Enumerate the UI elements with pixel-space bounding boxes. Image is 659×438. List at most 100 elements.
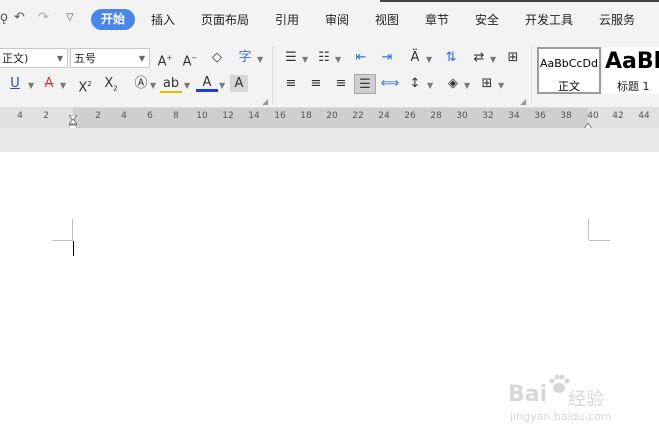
tab-start[interactable]: 开始 xyxy=(91,9,135,30)
chevron-down-icon[interactable]: ▼ xyxy=(464,81,470,90)
first-line-indent-marker[interactable] xyxy=(68,108,78,122)
left-indent-marker[interactable] xyxy=(67,116,79,131)
chevron-down-icon[interactable]: ▼ xyxy=(302,55,308,64)
watermark-brand: Bai xyxy=(508,382,548,407)
chevron-down-icon[interactable]: ▼ xyxy=(150,81,156,90)
chevron-down-icon[interactable]: ▼ xyxy=(184,81,190,90)
increase-indent-icon[interactable]: ⇥ xyxy=(376,48,398,68)
tab-section[interactable]: 章节 xyxy=(425,11,449,28)
tab-cloud-services[interactable]: 云服务 xyxy=(599,11,635,28)
tab-references[interactable]: 引用 xyxy=(275,11,299,28)
bullet-list-icon[interactable]: ☰ xyxy=(280,48,302,68)
phonetic-guide-icon[interactable]: 字 xyxy=(234,48,256,68)
ruler-tick: 38 xyxy=(560,111,572,121)
ruler-tick: 32 xyxy=(482,111,494,121)
tab-review[interactable]: 审阅 xyxy=(325,11,349,28)
style-heading-1-preview: AaBb xyxy=(605,49,659,74)
ruler-tick: 10 xyxy=(196,111,208,121)
ruler-tick: 6 xyxy=(147,111,153,121)
title-strip xyxy=(380,0,659,2)
chevron-down-icon[interactable]: ▼ xyxy=(257,55,263,64)
underline-icon[interactable]: U xyxy=(4,74,26,94)
ruler-tick: 2 xyxy=(43,111,49,121)
chevron-down-icon[interactable]: ▼ xyxy=(490,55,496,64)
ruler-tick: 14 xyxy=(248,111,260,121)
search-icon[interactable]: ǫ xyxy=(0,10,8,25)
undo-icon[interactable]: ↶ xyxy=(14,10,25,25)
crop-mark xyxy=(589,240,610,241)
highlight-icon[interactable]: ab xyxy=(160,74,182,93)
ruler-tick: 4 xyxy=(121,111,127,121)
ruler-tick: 36 xyxy=(534,111,546,121)
tab-developer-tools[interactable]: 开发工具 xyxy=(525,11,573,28)
align-right-icon[interactable]: ≡ xyxy=(330,74,352,94)
ruler-tick: 30 xyxy=(456,111,468,121)
distributed-align-icon[interactable]: ⟺ xyxy=(379,74,401,94)
font-size-select[interactable]: 五号 ▼ xyxy=(70,48,150,68)
font-dialog-launcher-icon[interactable]: ◢ xyxy=(262,97,268,106)
ruler-tick: 40 xyxy=(587,111,599,121)
font-color-icon[interactable]: A xyxy=(196,73,218,92)
style-heading-1-label: 标题 1 xyxy=(617,80,650,93)
superscript-icon[interactable]: X2 xyxy=(74,74,96,95)
paragraph-dialog-launcher-icon[interactable]: ◢ xyxy=(520,97,526,106)
show-marks-icon[interactable]: ⊞ xyxy=(502,48,524,68)
ruler-tick: 18 xyxy=(300,111,312,121)
chevron-down-icon[interactable]: ▼ xyxy=(498,81,504,90)
redo-icon[interactable]: ↷ xyxy=(38,10,49,25)
ruler-tick: 20 xyxy=(326,111,338,121)
decrease-indent-icon[interactable]: ⇤ xyxy=(350,48,372,68)
ruler-tick: 34 xyxy=(508,111,520,121)
watermark-url: jingyan.baidu.com xyxy=(510,410,612,423)
shrink-font-icon[interactable]: A− xyxy=(179,48,201,69)
chevron-down-icon[interactable]: ▼ xyxy=(60,81,66,90)
chevron-down-icon[interactable]: ▼ xyxy=(219,81,225,90)
chevron-down-icon[interactable]: ▼ xyxy=(335,55,341,64)
style-heading-1[interactable]: AaBb 标题 1 xyxy=(603,47,659,94)
subscript-icon[interactable]: X2 xyxy=(100,74,122,94)
chevron-down-icon[interactable]: ▼ xyxy=(427,81,433,90)
text-direction-icon[interactable]: Ä xyxy=(404,48,426,68)
chevron-down-icon[interactable]: ▼ xyxy=(426,55,432,64)
ruler-tick: 12 xyxy=(222,111,234,121)
tab-view[interactable]: 视图 xyxy=(375,11,399,28)
numbered-list-icon[interactable]: ☷ xyxy=(313,48,335,68)
clear-format-icon[interactable]: ◇ xyxy=(206,48,228,68)
paw-logo-svg xyxy=(549,374,570,393)
ruler-tick: 4 xyxy=(17,111,23,121)
crop-mark xyxy=(588,219,589,240)
ruler-tick: 44 xyxy=(638,111,650,121)
grow-font-icon[interactable]: A+ xyxy=(154,48,176,69)
tab-insert[interactable]: 插入 xyxy=(151,11,175,28)
sort-icon[interactable]: ⇅ xyxy=(440,48,462,68)
ribbon-separator xyxy=(531,46,532,104)
tab-security[interactable]: 安全 xyxy=(475,11,499,28)
align-left-icon[interactable]: ≡ xyxy=(280,74,302,94)
font-name-select[interactable]: 正文) ▼ xyxy=(0,48,68,68)
borders-icon[interactable]: ⊞ xyxy=(476,74,498,94)
align-justify-icon[interactable]: ☰ xyxy=(354,74,376,94)
strikethrough-icon[interactable]: A xyxy=(38,74,60,94)
character-shading-icon[interactable]: A xyxy=(230,75,248,92)
style-normal-label: 正文 xyxy=(558,80,580,93)
page-gutter xyxy=(0,128,659,152)
paw-logo-icon xyxy=(548,372,570,400)
font-size-value: 五号 xyxy=(74,52,96,65)
font-name-value: 正文) xyxy=(2,52,29,65)
shading-icon[interactable]: ◈ xyxy=(442,74,464,94)
text-effect-icon[interactable]: Ⓐ xyxy=(130,74,152,94)
align-center-icon[interactable]: ≡ xyxy=(305,74,327,94)
ruler-tick: 26 xyxy=(404,111,416,121)
paragraph-spacing-icon[interactable]: ↕ xyxy=(404,74,426,94)
chevron-down-icon[interactable]: ▼ xyxy=(28,81,34,90)
crop-mark xyxy=(52,240,73,241)
tab-page-layout[interactable]: 页面布局 xyxy=(201,11,249,28)
style-normal[interactable]: AaBbCcDd 正文 xyxy=(537,47,601,94)
ruler-tick: 16 xyxy=(274,111,286,121)
ruler-tick: 28 xyxy=(430,111,442,121)
quick-access-dropdown-icon[interactable]: ▽ xyxy=(66,12,74,23)
line-spacing-icon[interactable]: ⇄ xyxy=(468,48,490,68)
crop-mark xyxy=(72,219,73,240)
chevron-down-icon: ▼ xyxy=(138,54,145,63)
chevron-down-icon: ▼ xyxy=(56,54,63,63)
